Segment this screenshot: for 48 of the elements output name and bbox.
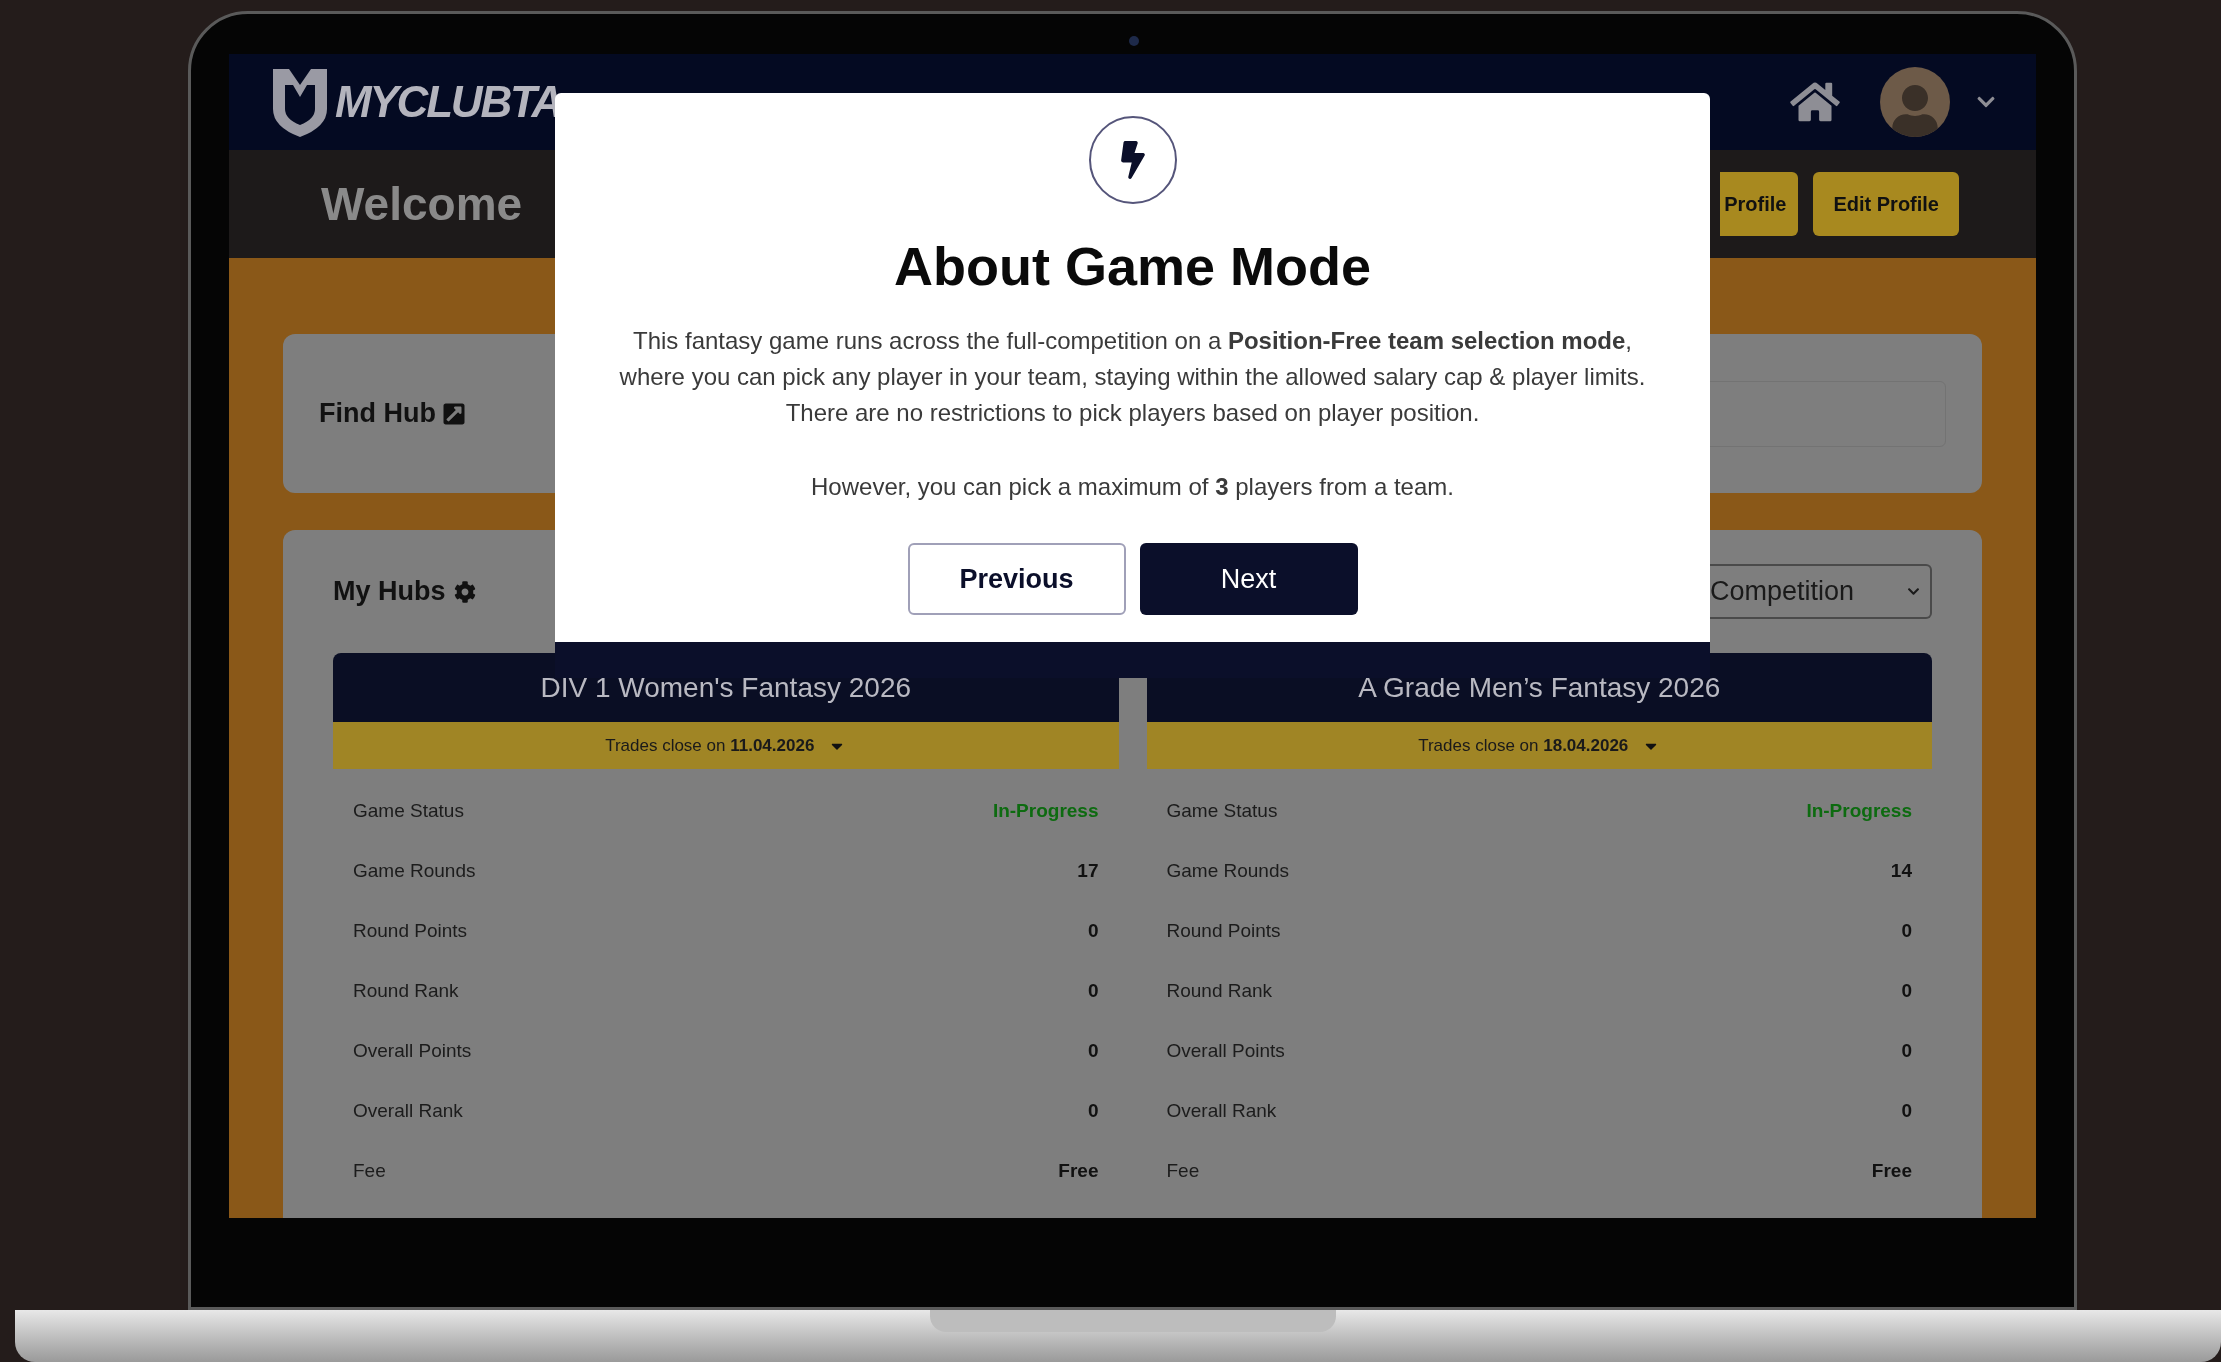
stat-label: Game Status	[1166, 798, 1278, 823]
welcome-heading: Welcome	[321, 176, 523, 232]
stat-label: Round Points	[1166, 918, 1281, 943]
stat-value: 0	[1901, 1038, 1912, 1063]
profile-button[interactable]: Profile	[1720, 172, 1799, 236]
stat-value: 0	[1901, 1098, 1912, 1123]
previous-button[interactable]: Previous	[907, 543, 1126, 615]
next-button[interactable]: Next	[1139, 543, 1358, 615]
stat-label: Overall Rank	[1166, 1098, 1277, 1123]
stat-value: In-Progress	[992, 798, 1099, 823]
chevron-down-icon	[1907, 585, 1920, 598]
stat-value: 0	[1901, 918, 1912, 943]
stat-label: Overall Points	[353, 1038, 472, 1063]
stat-value: 14	[1890, 858, 1912, 883]
find-hub-title: Find Hub	[319, 397, 436, 431]
settings-icon[interactable]	[453, 580, 476, 603]
trades-close-text: Trades close on 11.04.2026	[605, 734, 815, 757]
stat-label: Round Rank	[1166, 978, 1273, 1003]
lightning-icon	[1088, 116, 1177, 204]
stat-label: Fee	[1166, 1158, 1200, 1183]
profile-button[interactable]: Edit Profile	[1813, 172, 1959, 236]
modal-title: About Game Mode	[894, 235, 1371, 298]
stat-value: 0	[1087, 1038, 1099, 1063]
stat-label: Overall Rank	[353, 1098, 463, 1123]
hub-title: DIV 1 Women's Fantasy 2026	[540, 670, 912, 705]
trades-close-text: Trades close on 18.04.2026	[1418, 734, 1629, 757]
modal-text: This fantasy game runs across the full-competition on a Position-Free team selection mode, where you can pick any player in your team, staying within the allowed salary cap & player limits. There are no restrictions to pick players based on player position.	[618, 326, 1647, 428]
stat-label: Game Status	[353, 798, 464, 823]
external-link-icon[interactable]	[441, 401, 466, 426]
stat-label: Round Rank	[353, 978, 459, 1003]
my-hubs-title: My Hubs	[333, 575, 446, 609]
stat-value: Free	[1871, 1158, 1912, 1183]
home-icon[interactable]	[1790, 80, 1840, 124]
stat-label: Game Rounds	[353, 858, 476, 883]
stat-value: 0	[1087, 1098, 1099, 1123]
stat-label: Round Points	[353, 918, 468, 943]
logo-wordmark: MYCLUBTA	[335, 76, 561, 128]
stat-value: 0	[1901, 978, 1912, 1003]
stat-value: 0	[1087, 918, 1099, 943]
stat-value: 17	[1077, 858, 1099, 883]
stat-value: 0	[1087, 978, 1099, 1003]
stat-value: Free	[1058, 1158, 1099, 1183]
hub-title: A Grade Men’s Fantasy 2026	[1358, 670, 1721, 705]
stat-label: Game Rounds	[1166, 858, 1289, 883]
stat-label: Overall Points	[1166, 1038, 1285, 1063]
stat-label: Fee	[353, 1158, 386, 1183]
stat-value: In-Progress	[1806, 798, 1912, 823]
modal-text: However, you can pick a maximum of 3 players from a team.	[810, 472, 1455, 502]
